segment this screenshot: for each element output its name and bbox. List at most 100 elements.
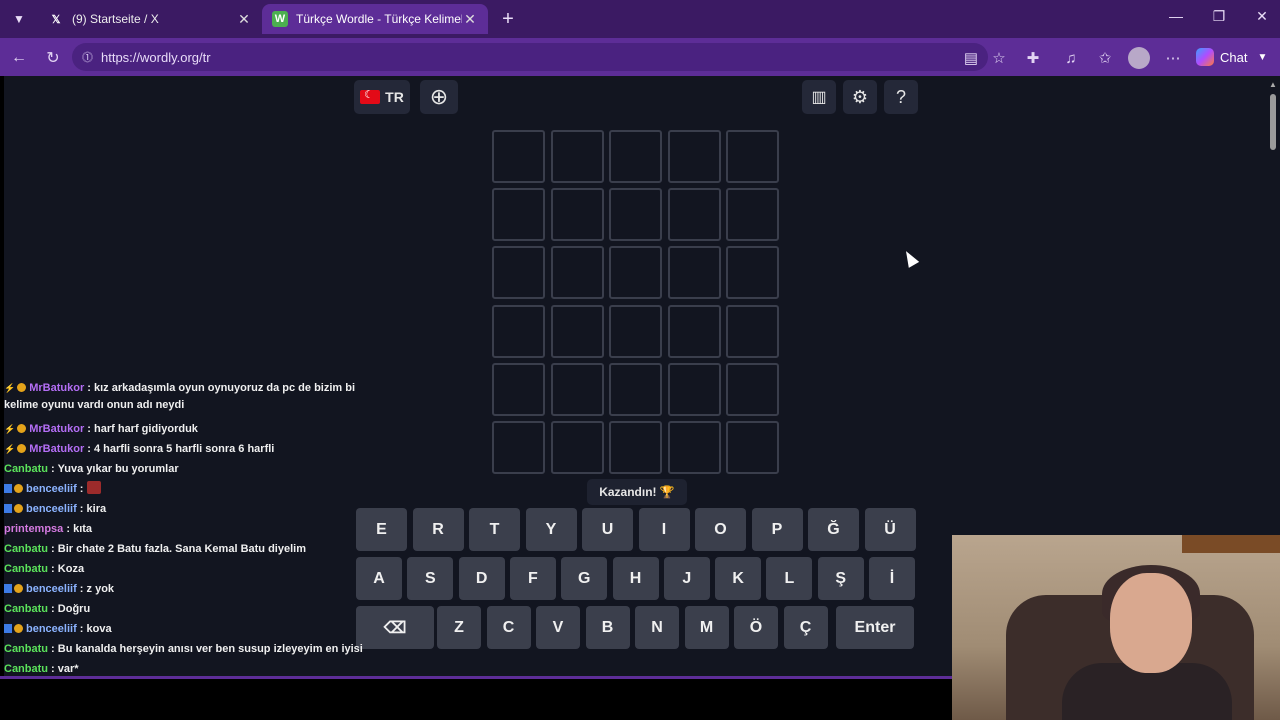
key-ğ[interactable]: Ğ <box>808 508 859 551</box>
chat-text: : Doğru <box>48 603 91 615</box>
chat-message: benceeliif : kova <box>4 621 112 638</box>
key-ü[interactable]: Ü <box>864 508 916 551</box>
grid-cell <box>550 362 604 416</box>
grid-cell <box>492 362 545 416</box>
key-ö[interactable]: Ö <box>734 606 778 649</box>
copilot-chat-button[interactable]: Chat ▼ <box>1196 46 1267 68</box>
key-n[interactable]: N <box>635 606 679 649</box>
help-question-icon[interactable]: ? <box>884 80 918 114</box>
picture-frame <box>1182 535 1280 553</box>
language-code: TR <box>385 89 404 105</box>
grid-cell <box>726 421 779 474</box>
chat-username: benceeliif <box>26 623 77 635</box>
scrollbar-thumb[interactable] <box>1270 94 1276 150</box>
chat-label: Chat <box>1220 49 1248 65</box>
key-t[interactable]: T <box>469 508 520 551</box>
close-tab-icon[interactable]: ✕ <box>236 11 252 28</box>
minimize-icon[interactable]: — <box>1166 8 1186 24</box>
key-r[interactable]: R <box>412 508 464 551</box>
key-o[interactable]: O <box>695 508 746 551</box>
favorite-star-icon[interactable]: ☆ <box>988 47 1010 69</box>
grid-cell <box>550 246 604 300</box>
chat-text: : <box>76 483 84 495</box>
grid-cell <box>726 188 779 242</box>
key-g[interactable]: G <box>561 557 608 600</box>
chat-text: : Yuva yıkar bu yorumlar <box>48 463 179 475</box>
key-l[interactable]: L <box>766 557 813 600</box>
more-menu-icon[interactable]: ⋯ <box>1162 47 1184 69</box>
key-m[interactable]: M <box>684 606 729 649</box>
tab-list-chevron-icon[interactable]: ▼ <box>6 6 32 32</box>
close-tab-icon[interactable]: ✕ <box>462 11 478 28</box>
site-info-icon[interactable]: ⓵ <box>82 49 93 65</box>
grid-cell <box>550 304 604 358</box>
key-v[interactable]: V <box>536 606 580 649</box>
grid-cell <box>492 304 545 358</box>
extensions-puzzle-icon[interactable]: ✚ <box>1022 47 1044 69</box>
scroll-up-arrow-icon[interactable]: ▲ <box>1269 80 1277 89</box>
statistics-chart-icon[interactable]: ▥ <box>802 80 836 114</box>
favorites-collection-icon[interactable]: ✩ <box>1094 47 1116 69</box>
key-c[interactable]: C <box>486 606 531 649</box>
bolt-badge-icon: ⚡ <box>4 383 16 393</box>
key-p[interactable]: P <box>751 508 803 551</box>
tab-title: (9) Startseite / X <box>72 12 159 26</box>
key-z[interactable]: Z <box>437 606 481 649</box>
grid-cell <box>492 246 545 300</box>
tab-wordly[interactable]: W Türkçe Wordle - Türkçe Kelimeleri ✕ <box>262 4 488 34</box>
chat-username: Canbatu <box>4 463 48 475</box>
key-s[interactable]: S <box>407 557 454 600</box>
key-f[interactable]: F <box>509 557 556 600</box>
chat-text: : var* <box>48 663 79 675</box>
chat-username: Canbatu <box>4 543 48 555</box>
key-y[interactable]: Y <box>525 508 577 551</box>
key-e[interactable]: E <box>356 508 407 551</box>
chat-username: benceeliif <box>26 483 77 495</box>
chat-text: : 4 harfli sonra 5 harfli sonra 6 harfli <box>84 443 275 455</box>
reload-icon[interactable]: ↻ <box>42 47 64 69</box>
key-h[interactable]: H <box>612 557 659 600</box>
sub-badge-icon <box>4 624 12 633</box>
browser-toolbar: ← ↻ ⓵ https://wordly.org/tr ▤ ☆ ✚ ♫ ✩ ⋯ … <box>0 38 1280 76</box>
chat-text: : kira <box>76 503 107 515</box>
key-i[interactable]: I <box>638 508 690 551</box>
browser-essentials-icon[interactable]: ♫ <box>1060 47 1082 69</box>
key-b[interactable]: B <box>585 606 630 649</box>
chat-text: : harf harf gidiyorduk <box>84 423 198 435</box>
key-d[interactable]: D <box>458 557 505 600</box>
mouse-cursor-icon <box>900 248 920 268</box>
back-arrow-icon[interactable]: ← <box>8 47 30 69</box>
key-ş[interactable]: Ş <box>817 557 864 600</box>
key-a[interactable]: A <box>356 557 402 600</box>
grid-cell <box>667 246 721 300</box>
language-selector[interactable]: TR <box>354 80 410 114</box>
backspace-key-icon[interactable]: ⌫ <box>356 606 434 649</box>
reader-mode-icon[interactable]: ▤ <box>960 47 982 69</box>
restore-icon[interactable]: ❐ <box>1209 8 1229 25</box>
chat-message: benceeliif : <box>4 481 102 498</box>
key-ç[interactable]: Ç <box>783 606 828 649</box>
key-j[interactable]: J <box>663 557 710 600</box>
new-game-plus-icon[interactable]: ⊕ <box>420 80 458 114</box>
chat-text: : Bu kanalda herşeyin anısı ver ben susu… <box>48 643 363 655</box>
key-k[interactable]: K <box>715 557 762 600</box>
tab-x-startseite[interactable]: 𝕏 (9) Startseite / X ✕ <box>38 4 262 34</box>
chat-username: MrBatukor <box>29 443 85 455</box>
close-window-icon[interactable]: ✕ <box>1252 8 1272 25</box>
grid-cell <box>726 246 779 300</box>
chevron-down-icon[interactable]: ▼ <box>1257 52 1267 63</box>
grid-cell <box>492 130 545 183</box>
tab-title: Türkçe Wordle - Türkçe Kelimeleri <box>296 12 462 26</box>
key-u[interactable]: U <box>582 508 633 551</box>
bolt-badge-icon: ⚡ <box>4 424 16 434</box>
profile-avatar[interactable] <box>1128 47 1150 69</box>
page-bottom-border <box>0 676 952 679</box>
wordly-favicon-icon: W <box>272 11 288 27</box>
new-tab-plus-icon[interactable]: + <box>496 6 520 32</box>
grid-cell <box>609 304 662 358</box>
chat-text: : Bir chate 2 Batu fazla. Sana Kemal Bat… <box>48 543 306 555</box>
address-bar[interactable]: ⓵ https://wordly.org/tr <box>72 43 988 71</box>
enter-key[interactable]: Enter <box>836 606 914 649</box>
key-i̇[interactable]: İ <box>869 557 915 600</box>
settings-gear-icon[interactable]: ⚙ <box>843 80 877 114</box>
